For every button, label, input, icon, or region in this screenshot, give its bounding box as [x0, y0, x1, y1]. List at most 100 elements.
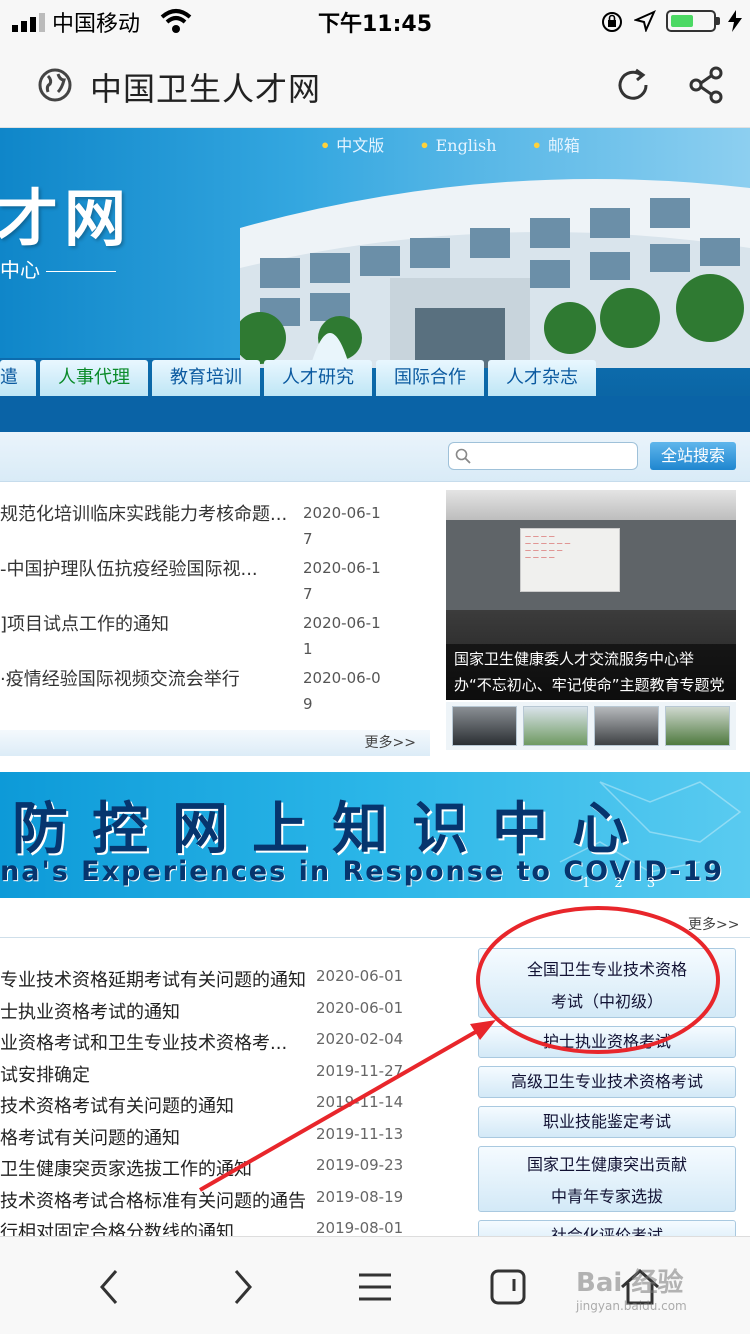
exam-button-nurse[interactable]: 护士执业资格考试	[478, 1026, 736, 1058]
exam-title[interactable]: 技术资格考试合格标准有关问题的通告	[0, 1187, 305, 1213]
thumbnail[interactable]	[452, 706, 517, 746]
photo-ceiling	[446, 490, 736, 520]
exam-news-list: 专业技术资格延期考试有关问题的通知 2020-06-01 士执业资格考试的通知 20…	[0, 962, 410, 1246]
photo-projection-screen: — — — — — — — — — — — — — — — — — — —	[520, 528, 620, 592]
menu-icon[interactable]	[353, 1265, 397, 1309]
main-nav: 遣 人事代理 教育培训 人才研究 国际合作 人才杂志	[0, 360, 596, 396]
exam-title[interactable]: 业资格考试和卫生专业技术资格考...	[0, 1029, 305, 1055]
exam-title[interactable]: 专业技术资格延期考试有关问题的通知	[0, 966, 305, 992]
exam-title[interactable]: 卫生健康突贡家选拔工作的通知	[0, 1155, 305, 1181]
list-item[interactable]: ·疫情经验国际视频交流会举行 2020-06-09	[0, 655, 432, 713]
news-title[interactable]: 规范化培训临床实践能力考核命题...	[0, 500, 290, 526]
thumbnail[interactable]	[523, 706, 588, 746]
battery-icon	[666, 10, 720, 32]
site-header-banner: • 中文版 • English • 邮箱 才网 中心 遣 人事代理 教育培训 人才研究…	[0, 128, 750, 432]
baidu-watermark: Bai 经验 jingyan.baidu.com	[576, 1262, 687, 1313]
exam-date: 2019-11-13	[316, 1124, 404, 1143]
news-more-link[interactable]: 更多>>	[0, 730, 430, 756]
thumbnail[interactable]	[665, 706, 730, 746]
news-title[interactable]: -中国护理队伍抗疫经验国际视...	[0, 555, 290, 581]
covid-banner-title: 防控网上知识中心	[12, 797, 652, 862]
list-item[interactable]: 专业技术资格延期考试有关问题的通知 2020-06-01	[0, 962, 410, 994]
exam-date: 2020-02-04	[316, 1030, 404, 1048]
list-item[interactable]: ]项目试点工作的通知 2020-06-11	[0, 600, 432, 658]
exam-button-senior-tech[interactable]: 高级卫生专业技术资格考试	[478, 1066, 736, 1098]
link-english[interactable]: • English	[419, 136, 496, 155]
pager-dot[interactable]: 3	[647, 876, 655, 891]
exam-date: 2019-11-14	[316, 1093, 404, 1111]
exam-date: 2020-06-01	[316, 967, 404, 985]
news-title[interactable]: ·疫情经验国际视频交流会举行	[0, 665, 290, 691]
list-item[interactable]: 试安排确定 2019-11-27	[0, 1057, 410, 1089]
link-chinese[interactable]: • 中文版	[320, 136, 384, 155]
site-logo-sub: 中心	[0, 254, 116, 283]
button-line: 中青年专家选拔	[550, 1187, 663, 1206]
charging-icon	[728, 10, 742, 32]
nav-tab-personnel-agency[interactable]: 人事代理	[40, 360, 148, 396]
news-photo[interactable]: — — — — — — — — — — — — — — — — — — — 国家卫生健…	[446, 490, 736, 700]
nav-tab-magazine[interactable]: 人才杂志	[488, 360, 596, 396]
nav-tab-truncated[interactable]: 遣	[0, 360, 36, 396]
status-icons	[600, 8, 750, 34]
search-input[interactable]	[448, 442, 638, 470]
list-item[interactable]: 技术资格考试合格标准有关问题的通告 2019-08-19	[0, 1183, 410, 1215]
news-title[interactable]: ]项目试点工作的通知	[0, 610, 290, 636]
button-line: 全国卫生专业技术资格	[526, 960, 687, 979]
refresh-icon[interactable]	[612, 64, 654, 106]
share-icon[interactable]	[686, 64, 728, 106]
exam-date: 2019-11-27	[316, 1061, 404, 1080]
nav-tab-research[interactable]: 人才研究	[264, 360, 372, 396]
nav-tab-education[interactable]: 教育培训	[152, 360, 260, 396]
forward-icon[interactable]	[220, 1265, 264, 1309]
watermark-url: jingyan.baidu.com	[576, 1299, 687, 1313]
photo-caption: 国家卫生健康委人才交流服务中心举办“不忘初心、牢记使命”主题教育专题党课	[446, 644, 736, 700]
location-icon	[634, 10, 656, 32]
list-item[interactable]: 规范化培训临床实践能力考核命题... 2020-06-17	[0, 490, 432, 548]
tabs-icon[interactable]	[486, 1265, 530, 1309]
list-item[interactable]: 技术资格考试有关问题的通知 2019-11-14	[0, 1088, 410, 1120]
site-logo[interactable]: 才网	[0, 168, 132, 258]
search-bar: 全站搜索	[0, 432, 750, 482]
watermark-text: Bai 经验	[576, 1268, 684, 1298]
list-item[interactable]: -中国护理队伍抗疫经验国际视... 2020-06-17	[0, 545, 432, 603]
list-item[interactable]: 卫生健康突贡家选拔工作的通知 2019-09-23	[0, 1151, 410, 1183]
covid-banner[interactable]: 防控网上知识中心 na's Experiences in Response to…	[0, 772, 750, 898]
browser-title-bar: 中国卫生人才网	[0, 42, 750, 128]
banner-pager: 1 2 3	[582, 876, 675, 891]
site-search-button[interactable]: 全站搜索	[650, 442, 736, 470]
button-line: 考试（中初级）	[550, 992, 663, 1011]
header-top-links: • 中文版 • English • 邮箱	[320, 132, 610, 156]
photo-thumbnails	[446, 702, 736, 750]
exam-title[interactable]: 技术资格考试有关问题的通知	[0, 1092, 305, 1118]
exam-date: 2019-08-01	[316, 1219, 404, 1237]
building-illustration	[240, 179, 750, 368]
back-icon[interactable]	[88, 1265, 132, 1309]
rotation-lock-icon	[602, 12, 622, 32]
search-icon	[455, 448, 471, 464]
exam-section-header: 更多>>	[0, 908, 750, 938]
exam-date: 2019-08-19	[316, 1187, 404, 1206]
status-bar: 中国移动 下午11:45	[0, 0, 750, 42]
pager-dot[interactable]: 1	[582, 876, 590, 891]
exam-title[interactable]: 士执业资格考试的通知	[0, 998, 305, 1024]
exam-date: 2020-06-01	[316, 998, 404, 1017]
link-mailbox[interactable]: • 邮箱	[532, 136, 580, 155]
news-list: 规范化培训临床实践能力考核命题... 2020-06-17 -中国护理队伍抗疫经…	[0, 490, 432, 713]
exam-button-vocational[interactable]: 职业技能鉴定考试	[478, 1106, 736, 1138]
exam-button-national-tech[interactable]: 全国卫生专业技术资格 考试（中初级）	[478, 948, 736, 1018]
thumbnail[interactable]	[594, 706, 659, 746]
exam-button-young-expert[interactable]: 国家卫生健康突出贡献 中青年专家选拔	[478, 1146, 736, 1212]
exam-more-link[interactable]: 更多>>	[688, 914, 739, 934]
nav-tab-international[interactable]: 国际合作	[376, 360, 484, 396]
list-item[interactable]: 格考试有关问题的通知 2019-11-13	[0, 1120, 410, 1152]
list-item[interactable]: 士执业资格考试的通知 2020-06-01	[0, 994, 410, 1026]
exam-date: 2019-09-23	[316, 1156, 404, 1174]
button-line: 国家卫生健康突出贡献	[526, 1155, 687, 1174]
exam-title[interactable]: 格考试有关问题的通知	[0, 1124, 305, 1150]
nav-bottom-strip	[0, 396, 750, 432]
list-item[interactable]: 业资格考试和卫生专业技术资格考... 2020-02-04	[0, 1025, 410, 1057]
globe-icon	[38, 68, 72, 102]
page-title: 中国卫生人才网	[90, 70, 322, 108]
pager-dot[interactable]: 2	[614, 876, 622, 891]
exam-title[interactable]: 试安排确定	[0, 1061, 305, 1087]
